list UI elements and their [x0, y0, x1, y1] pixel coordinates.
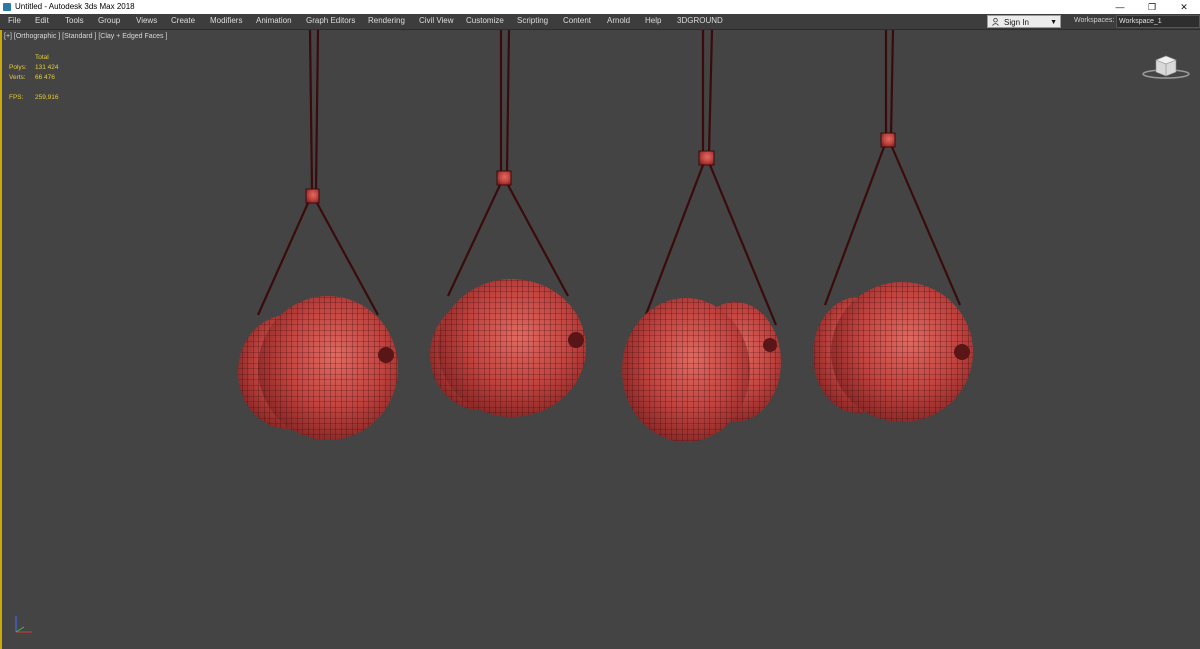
sign-in-button[interactable]: Sign In ▼: [987, 15, 1061, 28]
app-icon: [3, 3, 11, 11]
menu-create[interactable]: Create: [171, 14, 195, 29]
menu-graph-editors[interactable]: Graph Editors: [306, 14, 355, 29]
menu-3dground[interactable]: 3DGROUND: [677, 14, 723, 29]
stats-header: Total: [35, 54, 49, 61]
hanging-lantern-1[interactable]: [238, 30, 398, 440]
menu-tools[interactable]: Tools: [65, 14, 84, 29]
hanging-lantern-3[interactable]: [622, 30, 781, 442]
verts-label: Verts:: [9, 74, 26, 81]
window-controls: — ❐ ✕: [1104, 0, 1200, 14]
workspaces-label: Workspaces:: [1074, 17, 1115, 24]
workspace-value: Workspace_1: [1119, 18, 1162, 25]
user-icon: [992, 18, 999, 26]
polys-label: Polys:: [9, 64, 27, 71]
menu-arnold[interactable]: Arnold: [607, 14, 630, 29]
menu-civil-view[interactable]: Civil View: [419, 14, 454, 29]
restore-button[interactable]: ❐: [1136, 0, 1168, 14]
menu-modifiers[interactable]: Modifiers: [210, 14, 242, 29]
polys-value: 131 424: [35, 64, 59, 71]
axis-tripod-icon: [15, 616, 32, 633]
menu-rendering[interactable]: Rendering: [368, 14, 405, 29]
fps-value: 259,916: [35, 94, 59, 101]
menu-file[interactable]: File: [8, 14, 21, 29]
workspace-dropdown[interactable]: Workspace_1: [1116, 15, 1200, 28]
menu-scripting[interactable]: Scripting: [517, 14, 548, 29]
menu-group[interactable]: Group: [98, 14, 120, 29]
menu-animation[interactable]: Animation: [256, 14, 292, 29]
viewport-label-menu[interactable]: [+] [Orthographic ] [Standard ] [Clay + …: [4, 33, 167, 40]
viewcube-icon[interactable]: [1142, 50, 1190, 80]
window-title: Untitled - Autodesk 3ds Max 2018: [15, 2, 135, 11]
menu-content[interactable]: Content: [563, 14, 591, 29]
chevron-down-icon: ▼: [1050, 19, 1057, 26]
menu-bar: File Edit Tools Group Views Create Modif…: [0, 14, 1200, 30]
verts-value: 66 476: [35, 74, 55, 81]
scene-render: [238, 30, 973, 442]
menu-views[interactable]: Views: [136, 14, 157, 29]
menu-customize[interactable]: Customize: [466, 14, 504, 29]
fps-label: FPS:: [9, 94, 24, 101]
hanging-lantern-4[interactable]: [813, 30, 973, 422]
sign-in-label: Sign In: [1004, 18, 1029, 27]
minimize-button[interactable]: —: [1104, 0, 1136, 14]
hanging-lantern-2[interactable]: [430, 30, 586, 417]
close-button[interactable]: ✕: [1168, 0, 1200, 14]
menu-edit[interactable]: Edit: [35, 14, 49, 29]
menu-help[interactable]: Help: [645, 14, 661, 29]
window-title-bar: Untitled - Autodesk 3ds Max 2018 — ❐ ✕: [0, 0, 1200, 14]
